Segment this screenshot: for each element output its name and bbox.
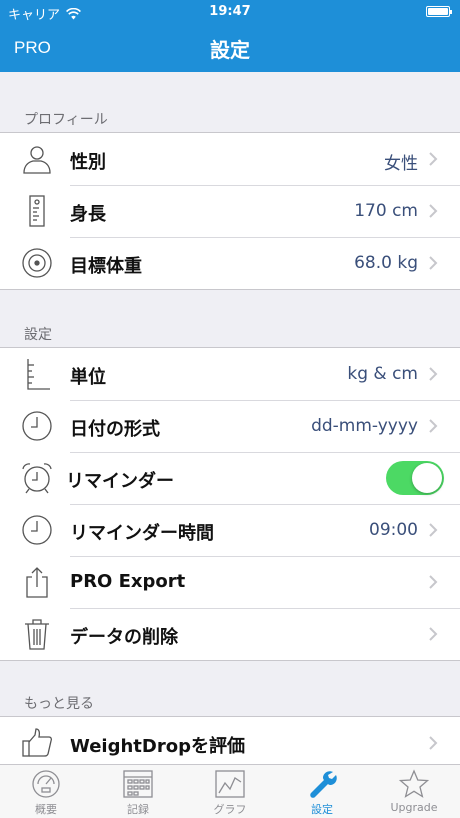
share-icon: [20, 565, 54, 599]
row-height[interactable]: 身長 170 cm: [0, 185, 460, 237]
toggle-knob: [412, 463, 442, 493]
tab-upgrade[interactable]: Upgrade: [368, 765, 460, 818]
row-reminder: リマインダー: [0, 452, 460, 504]
row-pro-export[interactable]: PRO Export: [0, 556, 460, 608]
section-header-settings: 設定: [24, 327, 52, 343]
height-icon: [20, 194, 54, 228]
row-label-pro-export: PRO Export: [70, 571, 186, 592]
chevron-right-icon: [429, 367, 438, 381]
tab-label-graph: グラフ: [213, 803, 247, 816]
person-icon: [20, 142, 54, 176]
row-value-gender: 女性: [384, 154, 418, 174]
settings-group: 単位 kg & cm 日付の形式 dd-mm-yyyy リマインダー リマインダ…: [0, 347, 460, 661]
battery-icon: [426, 6, 452, 17]
row-delete-data[interactable]: データの削除: [0, 608, 460, 660]
calendar-icon: [123, 770, 153, 798]
row-reminder-time[interactable]: リマインダー時間 09:00: [0, 504, 460, 556]
row-target-weight[interactable]: 目標体重 68.0 kg: [0, 237, 460, 289]
row-label-units: 単位: [70, 367, 106, 388]
chevron-right-icon: [429, 152, 438, 166]
row-value-reminder-time: 09:00: [369, 520, 418, 540]
chevron-right-icon: [429, 523, 438, 537]
row-label-height: 身長: [70, 204, 106, 225]
tab-records[interactable]: 記録: [92, 765, 184, 818]
thumbs-up-icon: [20, 726, 54, 760]
header: キャリア 19:47 PRO 設定: [0, 0, 460, 72]
row-label-rate-app: WeightDropを評価: [70, 736, 245, 757]
tab-graph[interactable]: グラフ: [184, 765, 276, 818]
row-value-target-weight: 68.0 kg: [354, 253, 418, 273]
row-rate-app[interactable]: WeightDropを評価: [0, 717, 460, 764]
gauge-icon: [32, 770, 60, 798]
chevron-right-icon: [429, 575, 438, 589]
more-group: WeightDropを評価: [0, 716, 460, 764]
row-gender[interactable]: 性別 女性: [0, 133, 460, 185]
star-icon: [398, 769, 430, 798]
graph-icon: [215, 770, 245, 798]
tab-label-overview: 概要: [35, 803, 57, 816]
row-label-date-format: 日付の形式: [70, 419, 160, 440]
tab-label-records: 記録: [127, 803, 149, 816]
section-header-profile: プロフィール: [24, 112, 108, 128]
row-label-reminder-time: リマインダー時間: [70, 523, 214, 544]
reminder-toggle[interactable]: [386, 461, 444, 495]
chevron-right-icon: [429, 736, 438, 750]
row-value-date-format: dd-mm-yyyy: [311, 416, 418, 436]
tab-bar: 概要 記録 グラフ 設定 Upgrade: [0, 764, 460, 818]
tab-label-upgrade: Upgrade: [390, 801, 438, 814]
row-label-gender: 性別: [70, 152, 106, 173]
row-units[interactable]: 単位 kg & cm: [0, 348, 460, 400]
alarm-clock-icon: [20, 461, 54, 495]
clock-icon: [20, 513, 54, 547]
row-value-units: kg & cm: [347, 364, 418, 384]
chevron-right-icon: [429, 256, 438, 270]
wrench-icon: [310, 771, 337, 798]
row-date-format[interactable]: 日付の形式 dd-mm-yyyy: [0, 400, 460, 452]
target-icon: [20, 246, 54, 280]
status-time: 19:47: [209, 4, 251, 19]
row-label-delete-data: データの削除: [70, 627, 178, 648]
tab-label-settings: 設定: [311, 803, 333, 816]
section-header-more: もっと見る: [24, 696, 94, 712]
row-value-height: 170 cm: [354, 201, 418, 221]
chevron-right-icon: [429, 204, 438, 218]
tab-overview[interactable]: 概要: [0, 765, 92, 818]
trash-icon: [20, 617, 54, 651]
chevron-right-icon: [429, 627, 438, 641]
row-label-reminder: リマインダー: [66, 471, 174, 492]
clock-icon: [20, 409, 54, 443]
nav-bar: PRO 設定: [0, 24, 460, 72]
row-label-target-weight: 目標体重: [70, 256, 142, 277]
profile-group: 性別 女性 身長 170 cm 目標体重 68.0 kg: [0, 132, 460, 290]
page-title: 設定: [210, 38, 250, 62]
chevron-right-icon: [429, 419, 438, 433]
status-bar: キャリア 19:47: [0, 0, 460, 24]
tab-settings[interactable]: 設定: [276, 765, 368, 818]
ruler-icon: [20, 357, 54, 391]
